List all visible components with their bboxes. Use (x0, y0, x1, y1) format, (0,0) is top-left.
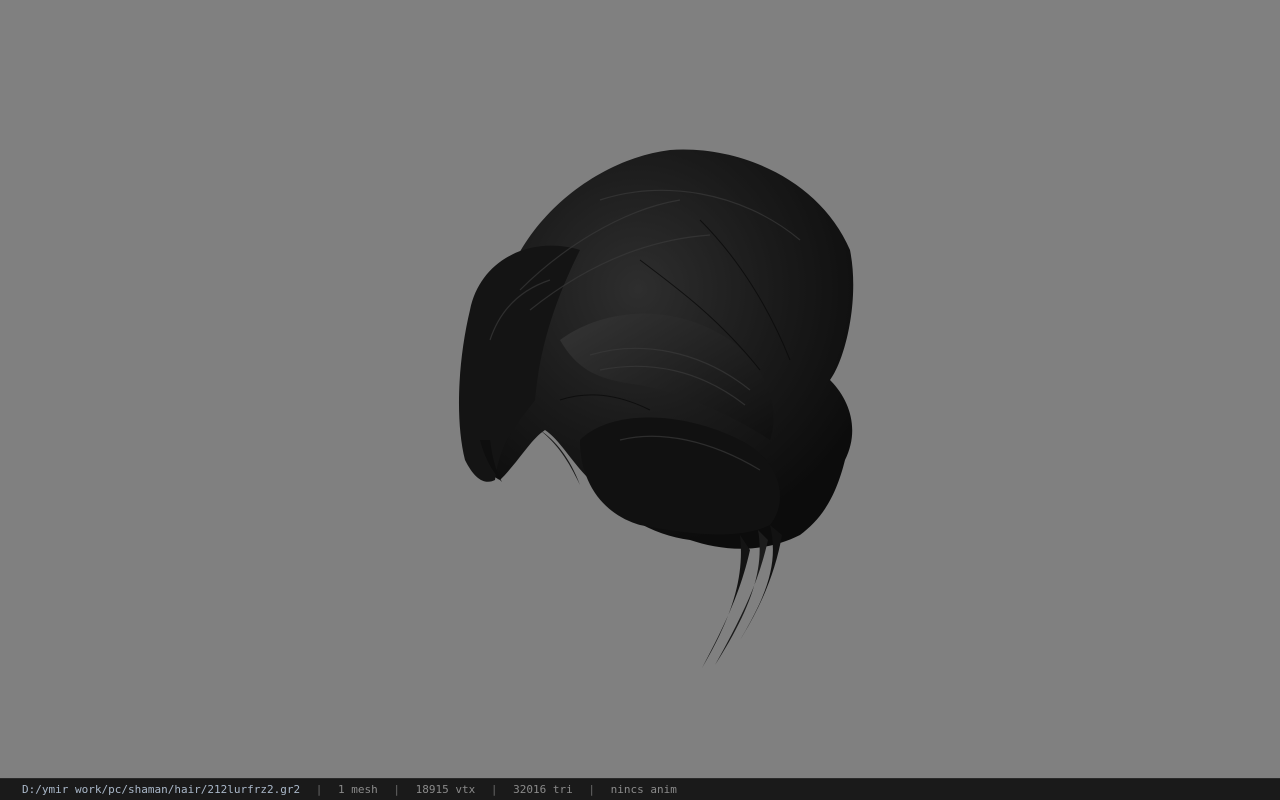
separator: | (588, 783, 595, 796)
mesh-count: 1 mesh (338, 783, 378, 796)
animation-status: nincs anim (610, 783, 677, 796)
triangle-count: 32016 tri (513, 783, 573, 796)
separator: | (393, 783, 401, 796)
vertex-count: 18915 vtx (415, 783, 476, 796)
hair-model (458, 149, 854, 668)
separator: | (315, 783, 323, 796)
status-bar: D:/ymir work/pc/shaman/hair/212lurfrz2.g… (0, 778, 1280, 800)
file-path: D:/ymir work/pc/shaman/hair/212lurfrz2.g… (22, 783, 301, 796)
3d-viewport[interactable] (0, 0, 1280, 778)
separator: | (490, 783, 498, 796)
